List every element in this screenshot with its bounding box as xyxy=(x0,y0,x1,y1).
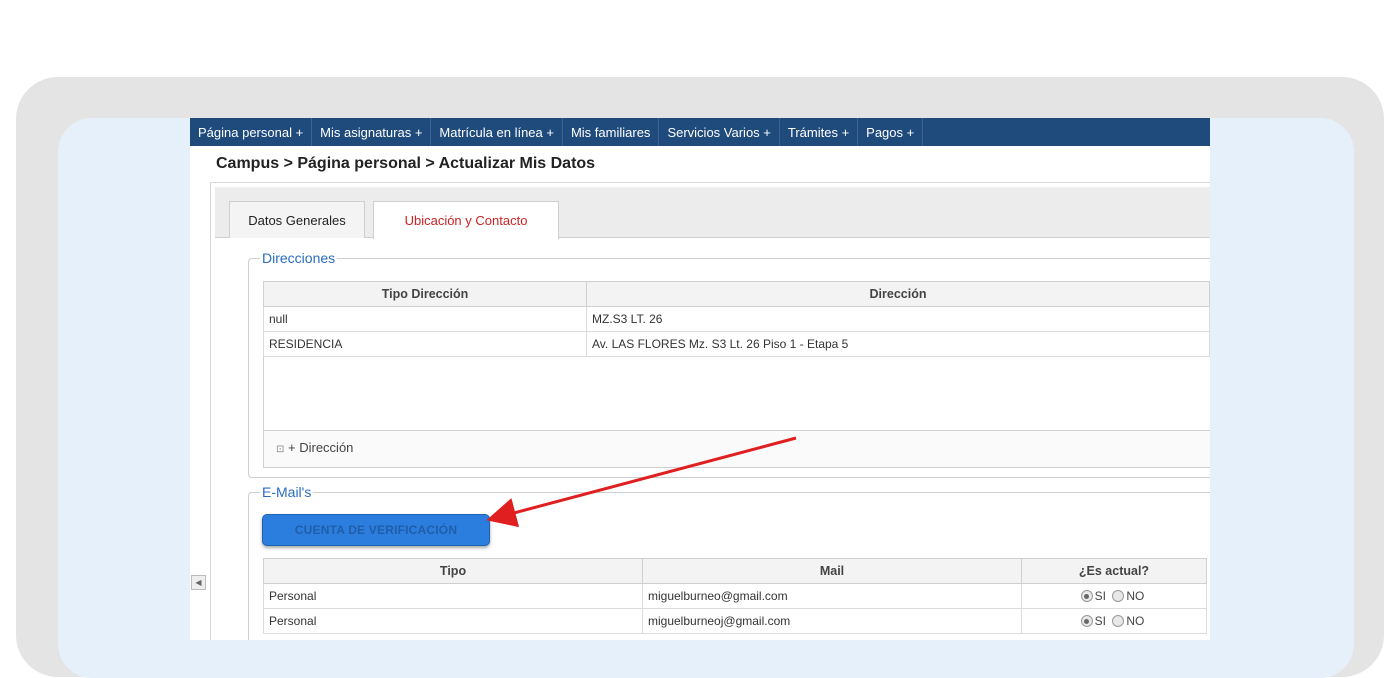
collapse-sidebar-button[interactable]: ◀ xyxy=(191,575,206,590)
chevron-left-icon: ◀ xyxy=(195,578,202,587)
tab-ubicacion-contacto[interactable]: Ubicación y Contacto xyxy=(373,201,559,239)
cell-mail: miguelburneo@gmail.com xyxy=(642,583,1022,609)
app-window: Página personal + Mis asignaturas + Matr… xyxy=(190,118,1210,640)
emails-title: E-Mail's xyxy=(260,484,314,500)
col-tipo[interactable]: Tipo xyxy=(263,558,643,584)
radio-si-label: SI xyxy=(1094,614,1106,629)
radio-no-label: NO xyxy=(1126,614,1145,629)
breadcrumb: Campus > Página personal > Actualizar Mi… xyxy=(216,155,596,172)
cell-es-actual: SI NO xyxy=(1021,608,1207,634)
col-direccion[interactable]: Dirección xyxy=(586,281,1210,307)
cell-tipo: null xyxy=(263,306,587,332)
col-mail[interactable]: Mail xyxy=(642,558,1022,584)
radio-no[interactable] xyxy=(1112,615,1125,628)
add-row-icon: ⊡ xyxy=(276,444,285,455)
table-row[interactable]: Personal miguelburneo@gmail.com SI NO xyxy=(263,583,1207,609)
direcciones-grid: Tipo Dirección Dirección null MZ.S3 LT. … xyxy=(263,281,1210,468)
nav-tramites[interactable]: Trámites + xyxy=(780,118,859,146)
direcciones-footer: ⊡ + Dirección xyxy=(264,430,1210,467)
nav-mis-asignaturas[interactable]: Mis asignaturas + xyxy=(312,118,432,146)
add-direccion-label: + Dirección xyxy=(288,440,354,455)
tab-strip: Datos Generales Ubicación y Contacto xyxy=(215,187,1210,239)
direcciones-title: Direcciones xyxy=(260,250,338,266)
nav-matricula[interactable]: Matrícula en línea + xyxy=(431,118,563,146)
radio-si[interactable] xyxy=(1080,615,1093,628)
radio-no[interactable] xyxy=(1112,590,1125,603)
cell-tipo: Personal xyxy=(263,608,643,634)
cell-es-actual: SI NO xyxy=(1021,583,1207,609)
verification-account-button[interactable]: CUENTA DE VERIFICACIÓN xyxy=(262,514,490,546)
cell-tipo: RESIDENCIA xyxy=(263,331,587,357)
cell-mail: miguelburneoj@gmail.com xyxy=(642,608,1022,634)
col-tipo-direccion[interactable]: Tipo Dirección xyxy=(263,281,587,307)
radio-no-label: NO xyxy=(1126,589,1145,604)
radio-si-label: SI xyxy=(1094,589,1106,604)
nav-mis-familiares[interactable]: Mis familiares xyxy=(563,118,660,146)
add-direccion-link[interactable]: ⊡ + Dirección xyxy=(276,440,353,455)
main-nav: Página personal + Mis asignaturas + Matr… xyxy=(190,118,1210,146)
emails-grid: Tipo Mail ¿Es actual? Personal miguelbur… xyxy=(263,558,1207,634)
nav-pagina-personal[interactable]: Página personal + xyxy=(190,118,313,146)
cell-direccion: MZ.S3 LT. 26 xyxy=(586,306,1210,332)
table-row[interactable]: Personal miguelburneoj@gmail.com SI NO xyxy=(263,608,1207,634)
col-es-actual[interactable]: ¿Es actual? xyxy=(1021,558,1207,584)
radio-si[interactable] xyxy=(1080,590,1093,603)
nav-servicios-varios[interactable]: Servicios Varios + xyxy=(659,118,780,146)
tab-datos-generales[interactable]: Datos Generales xyxy=(229,201,365,238)
cell-tipo: Personal xyxy=(263,583,643,609)
table-row[interactable]: null MZ.S3 LT. 26 xyxy=(263,306,1210,332)
table-row[interactable]: RESIDENCIA Av. LAS FLORES Mz. S3 Lt. 26 … xyxy=(263,331,1210,357)
cell-direccion: Av. LAS FLORES Mz. S3 Lt. 26 Piso 1 - Et… xyxy=(586,331,1210,357)
nav-pagos[interactable]: Pagos + xyxy=(858,118,924,146)
